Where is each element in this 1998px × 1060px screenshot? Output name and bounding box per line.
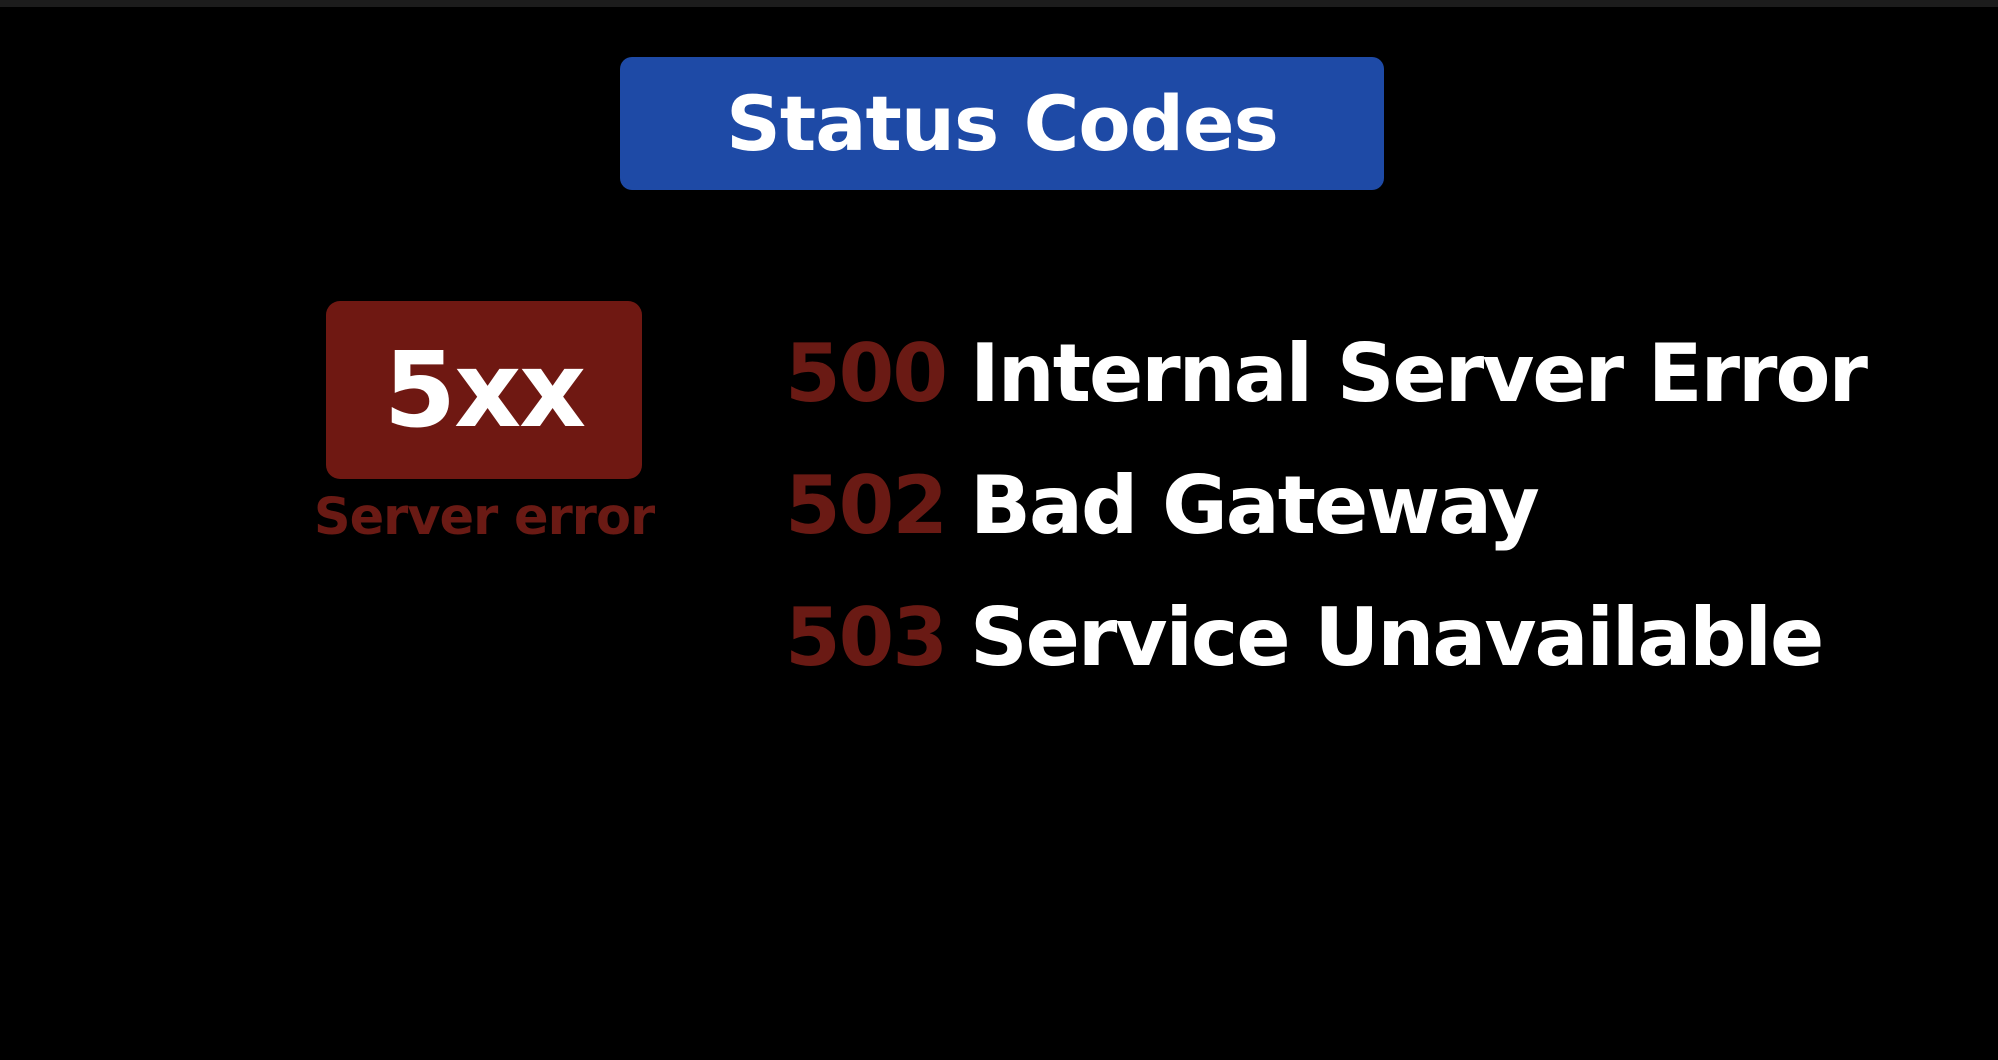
status-code-row: 500 Internal Server Error <box>785 308 1935 440</box>
category-caption: Server error <box>313 488 655 547</box>
status-code-row: 503 Service Unavailable <box>785 572 1935 704</box>
slide: Status Codes 5xx Server error 500 Intern… <box>0 0 1998 1060</box>
status-code-number: 500 <box>785 327 948 420</box>
status-code-number: 502 <box>785 459 948 552</box>
category-badge: 5xx <box>326 301 642 479</box>
status-code-row: 502 Bad Gateway <box>785 440 1935 572</box>
status-code-number: 503 <box>785 591 948 684</box>
top-strip <box>0 0 1998 7</box>
category-code: 5xx <box>383 329 587 451</box>
title-banner: Status Codes <box>620 57 1384 190</box>
status-code-label: Service Unavailable <box>970 591 1824 684</box>
status-code-label: Internal Server Error <box>970 327 1868 420</box>
slide-title: Status Codes <box>726 78 1279 168</box>
status-code-list: 500 Internal Server Error 502 Bad Gatewa… <box>785 308 1935 704</box>
status-code-label: Bad Gateway <box>970 459 1540 552</box>
